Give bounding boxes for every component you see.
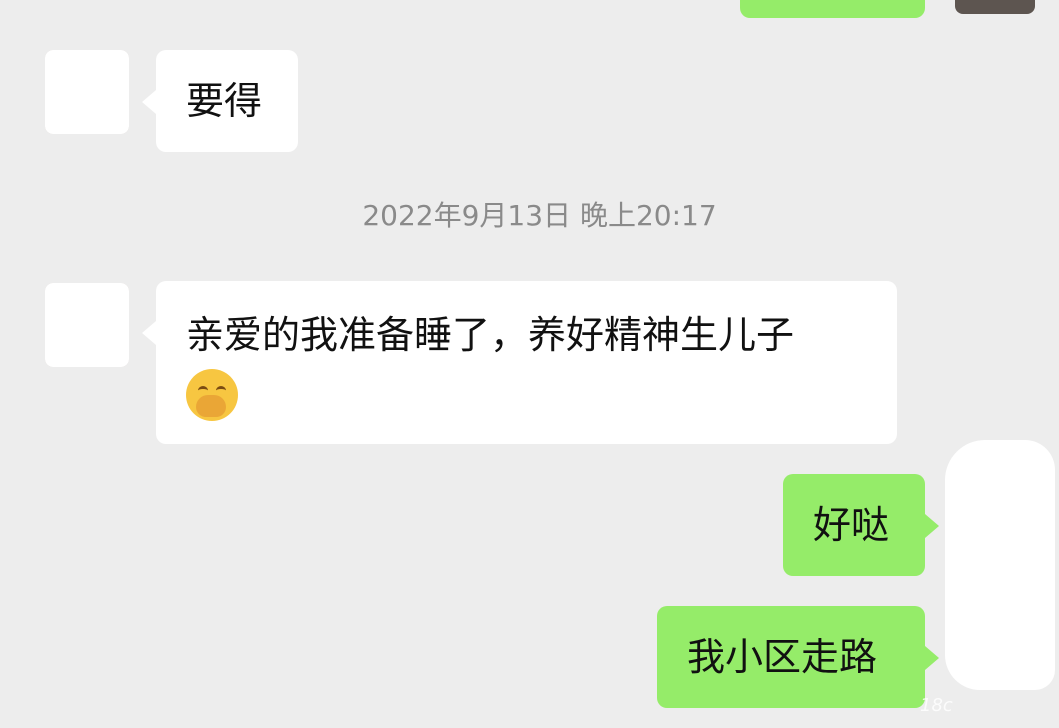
message-bubble-outgoing[interactable]: 我小区走路: [657, 606, 939, 708]
message-text: 要得: [186, 79, 263, 123]
message-bubble-outgoing[interactable]: 好哒: [783, 474, 939, 576]
message-bubble-incoming[interactable]: 亲爱的我准备睡了，养好精神生儿子: [142, 281, 897, 444]
redaction-scribble: [45, 283, 129, 367]
contact-avatar[interactable]: [45, 283, 129, 367]
message-bubble-incoming[interactable]: 要得: [142, 50, 298, 152]
message-text: 亲爱的我准备睡了，养好精神生儿子: [186, 313, 795, 357]
partial-outgoing-bubble[interactable]: [740, 0, 925, 18]
self-avatar-redacted[interactable]: [945, 440, 1055, 690]
covering-mouth-emoji-icon: [186, 368, 238, 421]
message-text: 好哒: [813, 503, 890, 547]
contact-avatar[interactable]: [45, 50, 129, 134]
message-timestamp: 2022年9月13日 晚上20:17: [362, 199, 717, 232]
chat-window: 要得 2022年9月13日 晚上20:17 亲爱的我准备睡了，养好精神生儿子 好…: [0, 0, 1059, 728]
watermark: 18c: [920, 695, 953, 716]
message-text: 我小区走路: [687, 635, 878, 679]
self-avatar-partial[interactable]: [955, 0, 1035, 14]
redaction-scribble: [45, 50, 129, 134]
